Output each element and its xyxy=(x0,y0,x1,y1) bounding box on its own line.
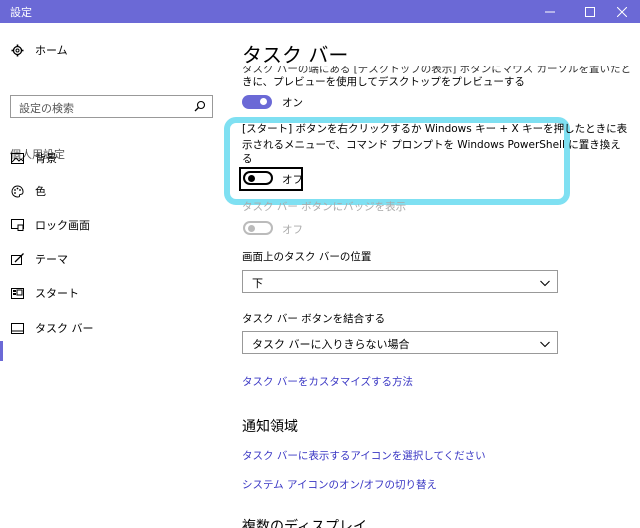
gear-icon xyxy=(10,43,24,57)
home-label: ホーム xyxy=(35,44,68,57)
sidebar-item-label: スタート xyxy=(35,287,79,300)
powershell-state: オフ xyxy=(282,174,303,186)
maximize-button[interactable] xyxy=(572,0,608,23)
position-value: 下 xyxy=(252,277,263,290)
combine-dropdown[interactable]: タスク バーに入りきらない場合 xyxy=(242,331,558,354)
multiple-displays-heading-clip: 複数のディスプレイ xyxy=(242,516,367,528)
window-title: 設定 xyxy=(10,6,32,19)
chevron-down-icon xyxy=(540,277,550,290)
sidebar-item-color[interactable]: 色 xyxy=(10,181,46,201)
sidebar-item-background[interactable]: 背景 xyxy=(10,148,57,168)
sidebar: ホーム 設定の検索 個人用設定 背景 色 ロック画面 テーマ スタート タスク … xyxy=(0,23,228,528)
start-icon xyxy=(10,286,24,300)
select-icons-link[interactable]: タスク バーに表示するアイコンを選択してください xyxy=(242,448,486,463)
picture-icon xyxy=(10,151,24,165)
powershell-desc-line2: 示されるメニューで、コマンド プロンプトを Windows PowerShell… xyxy=(242,139,621,151)
sidebar-item-lock-screen[interactable]: ロック画面 xyxy=(10,215,90,235)
sidebar-item-label: 背景 xyxy=(35,152,57,165)
search-icon[interactable] xyxy=(194,100,206,115)
close-icon xyxy=(617,6,627,17)
search-input[interactable]: 設定の検索 xyxy=(10,95,213,118)
minimize-button[interactable] xyxy=(532,0,568,23)
multiple-displays-heading: 複数のディスプレイ xyxy=(242,519,368,528)
palette-icon xyxy=(10,184,24,198)
sidebar-item-label: タスク バー xyxy=(35,322,94,335)
combine-label: タスク バー ボタンを結合する xyxy=(242,313,386,325)
selection-indicator xyxy=(0,341,3,361)
peek-state: オン xyxy=(282,97,303,109)
peek-desc-line2: きに、プレビューを使用してデスクトップをプレビューする xyxy=(242,76,525,88)
page-title: タスク バー xyxy=(242,43,349,67)
theme-icon xyxy=(10,252,24,266)
taskbar-icon xyxy=(10,321,24,335)
powershell-desc-line3: る xyxy=(242,153,253,165)
toggle-knob xyxy=(248,224,255,232)
sidebar-item-taskbar[interactable]: タスク バー xyxy=(10,318,94,338)
search-placeholder: 設定の検索 xyxy=(19,102,74,115)
minimize-icon xyxy=(545,11,555,12)
badges-toggle xyxy=(243,221,273,235)
position-label: 画面上のタスク バーの位置 xyxy=(242,251,372,263)
sidebar-item-label: ロック画面 xyxy=(35,219,90,232)
system-icons-link[interactable]: システム アイコンのオン/オフの切り替え xyxy=(242,477,437,492)
powershell-toggle[interactable] xyxy=(243,171,273,185)
combine-value: タスク バーに入りきらない場合 xyxy=(252,338,410,351)
sidebar-item-label: テーマ xyxy=(35,253,68,266)
sidebar-item-home[interactable]: ホーム xyxy=(10,40,68,60)
notification-area-heading: 通知領域 xyxy=(242,419,298,435)
badges-state: オフ xyxy=(282,224,303,236)
close-button[interactable] xyxy=(604,0,640,23)
toggle-knob xyxy=(248,174,255,182)
chevron-down-icon xyxy=(540,338,550,351)
sidebar-item-start[interactable]: スタート xyxy=(10,283,79,303)
toggle-knob xyxy=(260,98,267,105)
sidebar-item-label: 色 xyxy=(35,185,46,198)
customize-taskbar-link[interactable]: タスク バーをカスタマイズする方法 xyxy=(242,374,413,389)
lock-screen-icon xyxy=(10,218,24,232)
position-dropdown[interactable]: 下 xyxy=(242,270,558,293)
sidebar-item-theme[interactable]: テーマ xyxy=(10,249,68,269)
badges-desc: タスク バー ボタンにバッジを表示 xyxy=(242,201,407,213)
title-bar: 設定 xyxy=(0,0,640,23)
maximize-icon xyxy=(585,6,595,17)
peek-toggle[interactable] xyxy=(242,95,272,109)
powershell-desc-line1: [スタート] ボタンを右クリックするか Windows キー + X キーを押し… xyxy=(242,123,628,135)
